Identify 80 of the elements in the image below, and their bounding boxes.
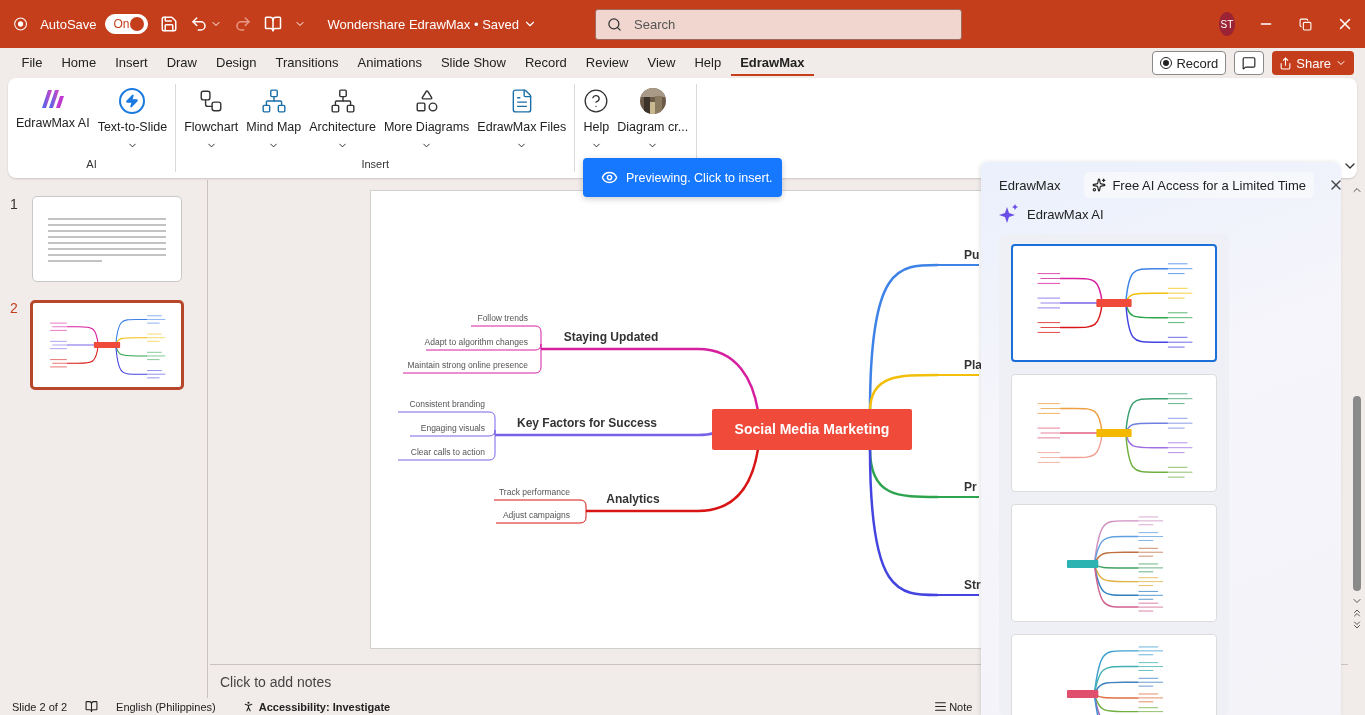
ribbon-button[interactable]: Flowchart [180,84,243,158]
eye-icon [601,169,618,186]
comments-button[interactable] [1234,51,1265,75]
menu-tab[interactable]: Help [684,50,731,76]
subtopic-label: Maintain strong online presence [407,360,528,370]
promo-banner[interactable]: Free AI Access for a Limited Time [1084,172,1315,198]
help-icon [583,88,610,114]
menu-tab[interactable]: Review [576,50,638,76]
menu-tab[interactable]: Draw [157,50,207,76]
menu-tab[interactable]: Animations [348,50,432,76]
mind-map-icon [260,88,287,114]
group-label: Insert [360,158,390,172]
menu-tab[interactable]: File [12,50,52,76]
autosave-toggle[interactable]: On [104,14,148,34]
menu-tab[interactable]: Insert [105,50,158,76]
subtopic-label: Consistent branding [409,399,485,409]
ribbon-button[interactable]: More Diagrams [379,84,474,158]
restore-icon[interactable] [1299,17,1313,31]
scrollbar-thumb[interactable] [1352,396,1361,591]
comment-icon [1242,56,1257,70]
ribbon-button[interactable]: Text-to-Slide [93,84,172,158]
user-avatar[interactable]: ST [1219,12,1235,36]
branch-label: Str [964,578,981,592]
search-field[interactable]: Search [595,8,962,40]
panel-brand: EdrawMax [999,177,1061,193]
ai-logo-icon [39,88,66,110]
branch-label: Pu [964,248,980,262]
section-title: EdrawMax AI [1027,206,1104,222]
branch-label: Analytics [606,492,660,506]
subtopic-label: Track performance [499,487,570,497]
menu-tab[interactable]: Design [206,50,266,76]
menu-tab[interactable]: View [638,50,685,76]
subtopic-label: Adjust campaigns [502,510,570,520]
branch-curve [697,448,760,513]
share-icon [1279,56,1293,70]
menu-tab[interactable]: Slide Show [431,50,516,76]
share-button[interactable]: Share [1272,51,1354,75]
menu-tab[interactable]: Home [51,50,106,76]
menu-tab[interactable]: EdrawMax [730,50,814,76]
search-icon [607,16,622,32]
notes-icon[interactable] [934,700,948,713]
notes-toggle[interactable]: Note [949,700,973,713]
branch-curve [697,347,760,412]
preview-toast[interactable]: Previewing. Click to insert. [583,158,782,197]
save-icon[interactable] [159,15,178,33]
branch-label: Staying Updated [563,330,659,344]
sparkle-icon [1092,178,1107,192]
undo-icon[interactable] [189,15,208,33]
branch-label: Key Factors for Success [516,416,658,430]
notes-placeholder[interactable]: Click to add notes [220,673,332,690]
sparkle-icon [999,204,1019,224]
document-title[interactable]: Wondershare EdrawMax • Saved [327,16,519,32]
language-status[interactable]: English (Philippines) [116,700,216,713]
autosave-label: AutoSave [40,16,97,32]
branch-label: Pr [964,480,977,494]
slide-thumbnail[interactable] [32,196,182,282]
ribbon-button[interactable]: EdrawMax Files [473,84,571,158]
record-button[interactable]: Record [1152,51,1227,75]
group-label: AI [85,158,98,172]
connector-line [470,325,536,327]
slide-number: 2 [10,300,19,316]
subtopic-label: Follow trends [477,313,528,323]
subtopic-label: Clear calls to action [410,447,485,457]
subtopic-label: Engaging visuals [420,423,485,433]
ribbon-button[interactable]: Mind Map [242,84,306,158]
ribbon-button[interactable]: Architecture [305,84,380,158]
app-logo-icon[interactable] [14,14,28,34]
branch-label: Pla [964,358,982,372]
slide-number: 1 [10,196,19,212]
accessibility-status[interactable]: Accessibility: Investigate [258,700,391,713]
central-topic: Social Media Marketing [712,409,912,450]
ribbon-button[interactable]: EdrawMax AI [12,84,94,158]
central-node [93,342,121,348]
slide-count: Slide 2 of 2 [12,700,68,713]
subtopic-label: Adapt to algorithm changes [424,337,528,347]
book-icon[interactable] [85,700,99,713]
hierarchy-icon [329,88,356,114]
menu-tab[interactable]: Transitions [265,50,349,76]
menu-tab[interactable]: Record [515,50,577,76]
lightning-icon [119,88,146,114]
